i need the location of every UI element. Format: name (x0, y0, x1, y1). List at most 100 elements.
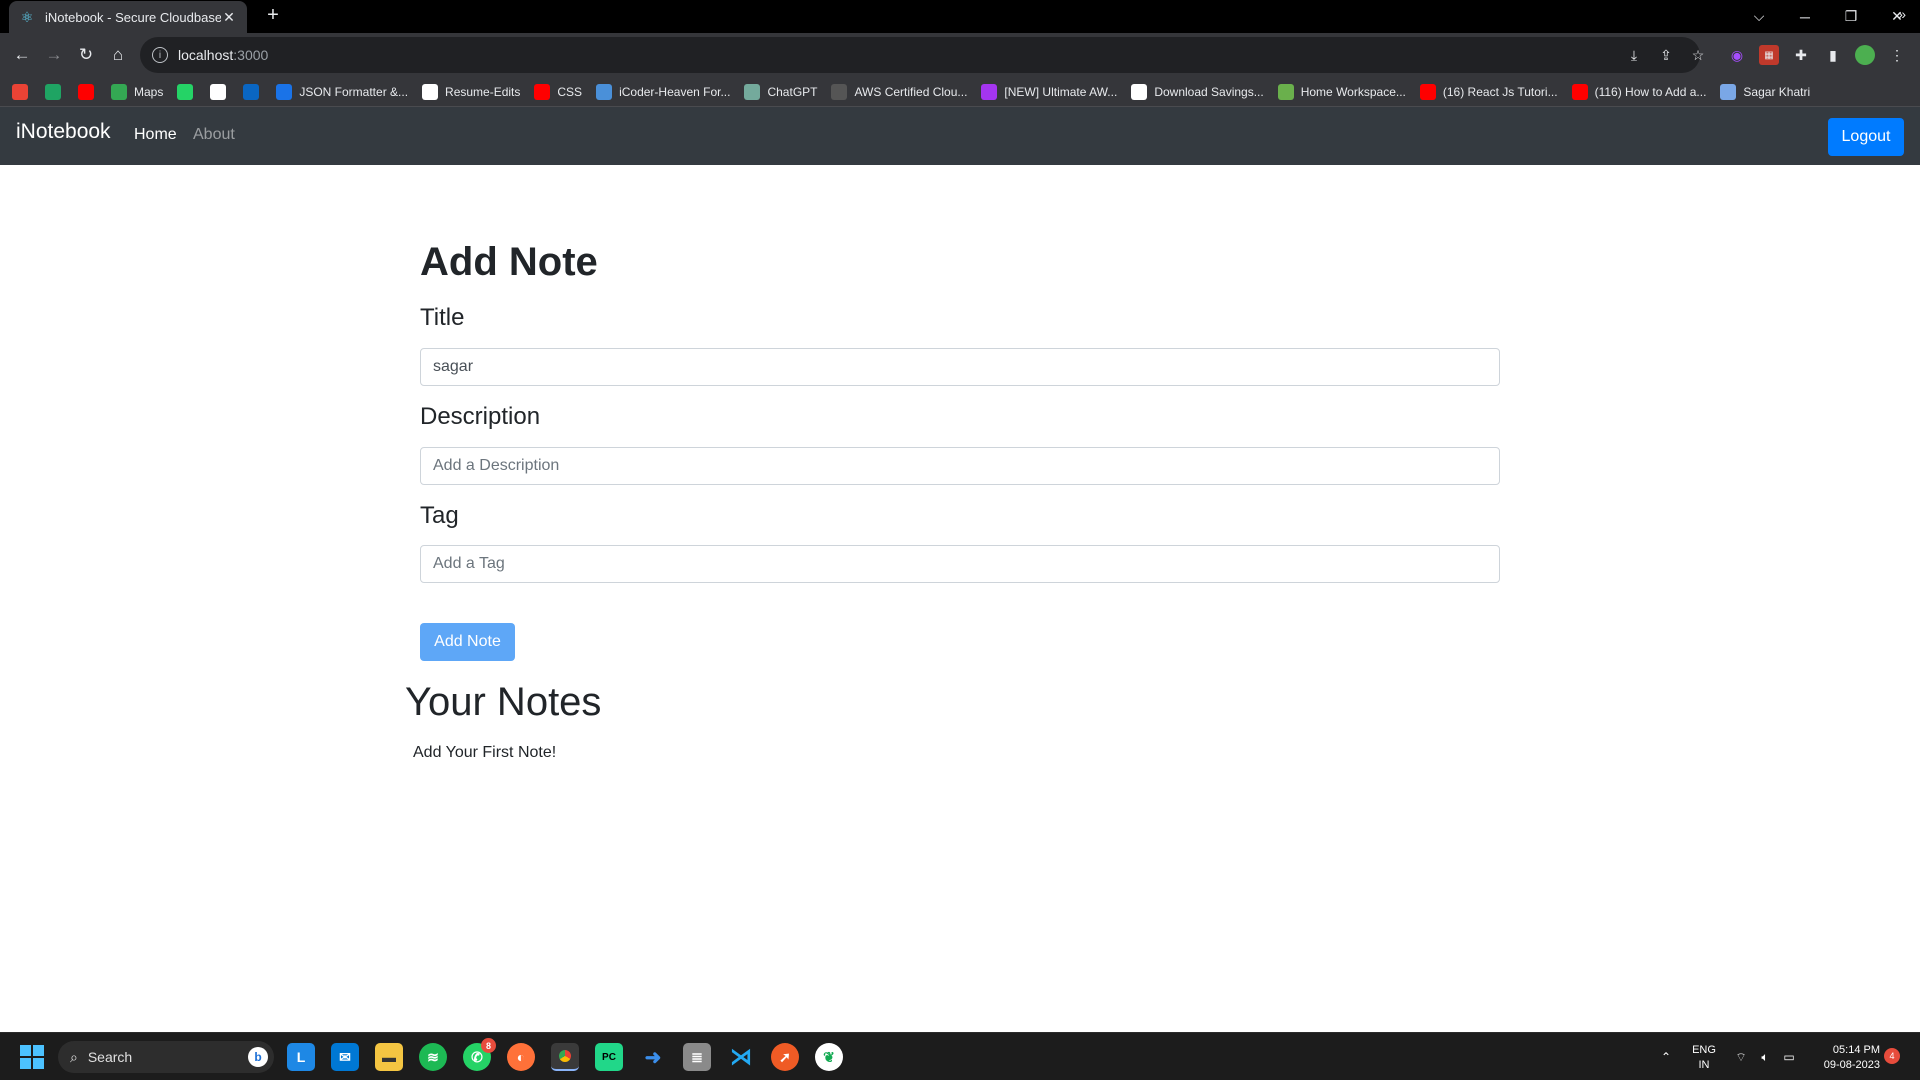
bookmark-item[interactable] (78, 83, 101, 100)
bookmark-star-icon[interactable]: ☆ (1688, 45, 1708, 65)
bookmark-label: JSON Formatter &... (299, 84, 409, 99)
whatsapp-icon[interactable]: ✆ 8 (463, 1038, 496, 1071)
new-tab-icon[interactable]: + (261, 4, 285, 27)
bookmark-label: ChatGPT (767, 84, 818, 99)
chrome-icon[interactable] (551, 1043, 579, 1071)
browser-tab[interactable]: ⚛ iNotebook - Secure Cloudbase N ✕ (9, 1, 247, 33)
bookmark-label: iCoder-Heaven For... (619, 84, 731, 99)
close-tab-icon[interactable]: ✕ (221, 9, 237, 26)
github-icon (210, 83, 227, 100)
extension-icon[interactable]: ◉ (1727, 45, 1747, 65)
bookmark-item[interactable]: Resume-Edits (422, 83, 521, 100)
tab-title: iNotebook - Secure Cloudbase N (45, 9, 221, 25)
youtube-icon (534, 83, 551, 100)
extension-icon[interactable]: ▦ (1759, 45, 1779, 65)
nav-link-about[interactable]: About (193, 126, 235, 144)
bookmark-item[interactable]: [NEW] Ultimate AW... (981, 83, 1118, 100)
bookmark-item[interactable] (177, 83, 200, 100)
bookmark-item[interactable]: ChatGPT (744, 83, 818, 100)
tag-input[interactable] (420, 545, 1500, 583)
bookmark-item[interactable] (45, 83, 68, 100)
profile-avatar[interactable] (1855, 45, 1875, 65)
url-port: :3000 (233, 47, 269, 63)
more-bookmarks-icon[interactable]: » (1898, 6, 1906, 22)
title-input[interactable] (420, 348, 1500, 386)
react-icon: ⚛ (20, 8, 34, 25)
add-note-button[interactable]: Add Note (420, 623, 515, 661)
forward-icon[interactable]: → (40, 41, 68, 69)
system-clock[interactable]: 05:14 PM 09-08-2023 (1808, 1043, 1880, 1073)
bookmark-item[interactable]: Maps (111, 83, 163, 100)
description-input[interactable] (420, 447, 1500, 485)
notification-badge[interactable]: 4 (1884, 1048, 1900, 1064)
share-icon[interactable]: ⇪ (1656, 45, 1676, 65)
app-navbar: iNotebook Home About Logout (0, 107, 1920, 165)
tab-search-icon[interactable]: ⌵ (1736, 0, 1782, 33)
postman-icon[interactable]: ➚ (771, 1043, 799, 1071)
mongodb-compass-icon[interactable]: ❦ (815, 1043, 843, 1071)
clock-date: 09-08-2023 (1823, 1059, 1880, 1071)
database-icon[interactable]: ≣ (683, 1043, 711, 1071)
bookmarks-bar: Maps JSON Formatter &... Resume-Edits CSS iC… (0, 77, 1920, 107)
menu-kebab-icon[interactable]: ⋮ (1887, 45, 1907, 65)
azure-data-studio-icon[interactable]: ➜ (639, 1043, 667, 1071)
install-icon[interactable]: ⤓ (1624, 45, 1644, 65)
bookmark-label: Home Workspace... (1300, 84, 1406, 99)
volume-icon[interactable]: 🔈︎ (1754, 1033, 1776, 1081)
bookmark-item[interactable] (210, 83, 233, 100)
bing-icon[interactable]: b (248, 1047, 268, 1067)
bookmark-label: [NEW] Ultimate AW... (1004, 84, 1118, 99)
spotify-icon[interactable]: ≋ (419, 1043, 447, 1071)
language-indicator[interactable]: ENG IN (1690, 1043, 1718, 1073)
bookmark-label: CSS (557, 84, 583, 99)
bookmark-label: Resume-Edits (445, 84, 521, 99)
back-icon[interactable]: ← (8, 41, 36, 69)
lens-app-icon[interactable]: L (287, 1043, 315, 1071)
site-info-icon[interactable]: i (152, 47, 168, 63)
maps-icon (111, 83, 127, 100)
bookmark-item[interactable]: JSON Formatter &... (276, 83, 409, 100)
battery-icon[interactable]: ▭ (1778, 1033, 1800, 1081)
search-label: Search (87, 1049, 133, 1065)
home-icon[interactable]: ⌂ (104, 41, 132, 69)
url-host: localhost (178, 47, 234, 63)
vscode-icon[interactable]: ⋊ (727, 1043, 755, 1071)
bookmark-item[interactable]: Sagar Khatri (1720, 83, 1810, 100)
globe-icon (1131, 83, 1148, 100)
bookmark-item[interactable]: Download Savings... (1131, 83, 1264, 100)
wifi-icon[interactable]: ⌔ (1730, 1033, 1752, 1081)
taskbar-search[interactable]: ⌕ Search b (58, 1041, 274, 1073)
reload-icon[interactable]: ↻ (72, 41, 100, 69)
file-explorer-icon[interactable]: ▬ (375, 1043, 403, 1071)
bookmark-item[interactable]: (116) How to Add a... (1571, 83, 1706, 100)
linkedin-icon (243, 83, 260, 100)
windows-start-icon[interactable] (20, 1045, 44, 1069)
navbar-brand[interactable]: iNotebook (16, 120, 111, 144)
extensions-puzzle-icon[interactable]: ✚ (1791, 45, 1811, 65)
minimize-icon[interactable]: ─ (1782, 0, 1828, 33)
mail-icon[interactable]: ✉ (331, 1043, 359, 1071)
bookmark-item[interactable]: Home Workspace... (1277, 83, 1406, 100)
firefox-icon[interactable]: ◐ (507, 1043, 535, 1071)
bookmark-item[interactable]: AWS Certified Clou... (831, 83, 967, 100)
close-window-icon[interactable]: ✕ (1874, 0, 1920, 33)
bookmark-label: Download Savings... (1154, 84, 1264, 99)
side-panel-icon[interactable]: ▮ (1823, 45, 1843, 65)
logout-button[interactable]: Logout (1828, 118, 1904, 156)
bookmark-item[interactable]: iCoder-Heaven For... (596, 83, 731, 100)
bookmark-item[interactable] (243, 83, 266, 100)
title-label: Title (420, 304, 465, 331)
vscode-icon (596, 83, 613, 100)
restore-icon[interactable]: ❐ (1828, 0, 1874, 33)
tag-label: Tag (420, 502, 459, 529)
bookmark-item[interactable] (12, 83, 35, 100)
show-hidden-icons[interactable]: ⌃ (1652, 1033, 1680, 1081)
search-icon: ⌕ (70, 1048, 78, 1065)
youtube-icon (78, 83, 94, 100)
pycharm-icon[interactable]: PC (595, 1043, 623, 1071)
address-bar[interactable]: i localhost:3000 (140, 37, 1700, 73)
nav-link-home[interactable]: Home (134, 126, 177, 144)
bookmark-item[interactable]: CSS (534, 83, 583, 100)
drive-icon (45, 83, 61, 100)
bookmark-item[interactable]: (16) React Js Tutori... (1419, 83, 1558, 100)
